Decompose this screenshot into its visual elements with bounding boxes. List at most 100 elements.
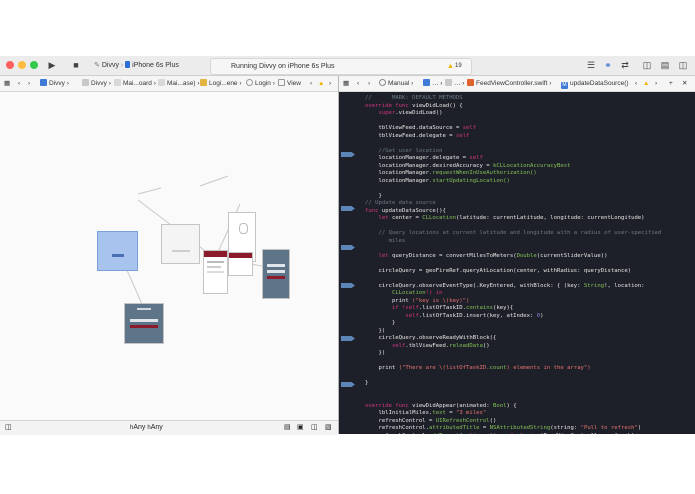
code-line[interactable]: refreshControl = UIRefreshControl() (365, 418, 691, 426)
close-editor-icon[interactable]: ✕ (682, 76, 687, 91)
code-line[interactable]: lblInitialMiles.text = "3 miles" (365, 410, 691, 418)
code-line[interactable] (365, 223, 691, 231)
storyboard-canvas[interactable] (0, 92, 338, 420)
breadcrumb-item[interactable]: Login › (246, 76, 275, 91)
navigator-toggle-icon[interactable]: ◫ (641, 60, 653, 71)
breadcrumb-item[interactable]: Mai...oard › (114, 76, 156, 91)
code-line[interactable] (365, 245, 691, 253)
code-line[interactable]: self.listOfTaskID.insert(key, atIndex: 0… (365, 313, 691, 321)
code-line[interactable]: circleQuery.observeEventType(.KeyEntered… (365, 283, 691, 291)
code-line[interactable] (365, 358, 691, 366)
code-line[interactable]: CLLocation!) in (365, 290, 691, 298)
pin-icon[interactable]: ◫ (311, 421, 318, 435)
breadcrumb-item[interactable]: Manual › (379, 76, 413, 91)
storyboard-scene-feed[interactable] (203, 250, 228, 294)
code-line[interactable] (365, 388, 691, 396)
breadcrumb-item[interactable]: Divvy › (82, 76, 111, 91)
code-line[interactable]: tblViewFeed.dataSource = self (365, 125, 691, 133)
code-line[interactable]: tblViewFeed.delegate = self (365, 133, 691, 141)
forward-icon[interactable]: › (28, 76, 30, 91)
source-code[interactable]: // MARK: DEFAULT METHODS override func vi… (365, 95, 691, 434)
breadcrumb-item[interactable]: Divvy › (40, 76, 69, 91)
code-line[interactable]: override func viewDidLoad() { (365, 103, 691, 111)
related-items-icon[interactable]: ▦ (343, 76, 349, 91)
scheme-selector[interactable]: ✎ Divvy › iPhone 6s Plus (94, 60, 179, 71)
storyboard-scene-empty[interactable] (161, 224, 200, 264)
next-issue-icon[interactable]: › (655, 76, 657, 91)
code-line[interactable]: if !self.listOfTaskID.contains(key){ (365, 305, 691, 313)
code-line[interactable]: circleQuery = geoFireRef.queryAtLocation… (365, 268, 691, 276)
code-line[interactable]: super.viewDidLoad() (365, 110, 691, 118)
code-line[interactable]: // Update data source (365, 200, 691, 208)
code-line[interactable]: locationManager.startUpdatingLocation() (365, 178, 691, 186)
resolve-layout-icon[interactable]: ▧ (325, 421, 332, 435)
code-line[interactable] (365, 373, 691, 381)
code-line[interactable]: locationManager.requestWhenInUseAuthoriz… (365, 170, 691, 178)
code-line[interactable] (365, 185, 691, 193)
code-line[interactable] (365, 140, 691, 148)
add-editor-icon[interactable]: + (669, 76, 673, 91)
code-line[interactable]: circleQuery.observeReadyWithBlock({ (365, 335, 691, 343)
code-line[interactable]: } (365, 380, 691, 388)
version-editor-icon[interactable]: ⇄ (619, 60, 631, 71)
back-icon[interactable]: ‹ (18, 76, 20, 91)
document-outline-toggle-icon[interactable]: ◫ (5, 421, 12, 435)
back-icon[interactable]: ‹ (357, 76, 359, 91)
align-icon[interactable]: ▣ (297, 421, 304, 435)
code-line[interactable]: miles (365, 238, 691, 246)
run-icon[interactable]: ▶ (46, 60, 58, 71)
code-line[interactable]: }) (365, 328, 691, 336)
code-line[interactable]: // Query locations at current latitude a… (365, 230, 691, 238)
warning-icon[interactable]: ▲ (643, 76, 649, 91)
utilities-toggle-icon[interactable]: ◫ (677, 60, 689, 71)
breadcrumb-item[interactable]: View (278, 76, 301, 91)
size-class-control[interactable]: hAny hAny (130, 421, 163, 435)
code-line[interactable]: refreshControl.addTarget(self, action: #… (365, 433, 691, 435)
code-line[interactable]: //Get user location (365, 148, 691, 156)
storyboard-scene-initial[interactable] (97, 231, 138, 271)
code-line[interactable]: self.tblViewFeed.reloadData() (365, 343, 691, 351)
code-line[interactable]: } (365, 320, 691, 328)
storyboard-scene-detail[interactable] (228, 252, 253, 276)
code-line[interactable]: let center = CLLocation(latitude: curren… (365, 215, 691, 223)
zoom-window-button[interactable] (30, 61, 38, 69)
code-line[interactable] (365, 118, 691, 126)
breadcrumb-item[interactable]: MupdateDataSource() (561, 76, 629, 91)
stop-icon[interactable]: ■ (70, 60, 82, 71)
code-line[interactable]: // MARK: DEFAULT METHODS (365, 95, 691, 103)
code-line[interactable]: print ("key is \(key)") (365, 298, 691, 306)
breadcrumb-item[interactable]: FeedViewController.swift › (467, 76, 551, 91)
warning-icon[interactable]: ▲ (318, 76, 324, 91)
standard-editor-icon[interactable]: ☰ (585, 60, 597, 71)
breadcrumb-item[interactable]: Logi...ene › (200, 76, 242, 91)
code-line[interactable]: } (365, 193, 691, 201)
breadcrumb-item[interactable]: … › (423, 76, 442, 91)
warning-icon[interactable]: ▲ (447, 59, 454, 74)
code-line[interactable]: refreshControl.attributedTitle = NSAttri… (365, 425, 691, 433)
close-window-button[interactable] (6, 61, 14, 69)
storyboard-scene-signup[interactable] (262, 249, 290, 299)
related-items-icon[interactable]: ▦ (4, 76, 10, 91)
code-line[interactable]: }) (365, 350, 691, 358)
minimize-window-button[interactable] (18, 61, 26, 69)
code-line[interactable] (365, 275, 691, 283)
code-editor[interactable]: // MARK: DEFAULT METHODS override func vi… (339, 92, 695, 434)
next-issue-icon[interactable]: › (329, 76, 331, 91)
code-line[interactable]: func updateDataSource(){ (365, 208, 691, 216)
forward-icon[interactable]: › (368, 76, 370, 91)
code-line[interactable]: override func viewDidAppear(animated: Bo… (365, 403, 691, 411)
code-line[interactable]: locationManager.delegate = self (365, 155, 691, 163)
code-line[interactable]: print ("There are \(listOfTaskID.count) … (365, 365, 691, 373)
previous-issue-icon[interactable]: ‹ (635, 76, 637, 91)
breadcrumb-item[interactable]: Mai...ase) › (158, 76, 200, 91)
assistant-editor-icon[interactable]: ⚭ (602, 60, 614, 71)
code-line[interactable] (365, 395, 691, 403)
storyboard-scene-login[interactable] (124, 303, 164, 344)
previous-issue-icon[interactable]: ‹ (310, 76, 312, 91)
debug-area-toggle-icon[interactable]: ▤ (659, 60, 671, 71)
code-line[interactable] (365, 260, 691, 268)
code-line[interactable]: locationManager.desiredAccuracy = kCLLoc… (365, 163, 691, 171)
embed-in-stack-icon[interactable]: ▤ (284, 421, 291, 435)
breadcrumb-item[interactable]: … › (445, 76, 464, 91)
code-line[interactable]: let queryDistance = convertMilesToMeters… (365, 253, 691, 261)
